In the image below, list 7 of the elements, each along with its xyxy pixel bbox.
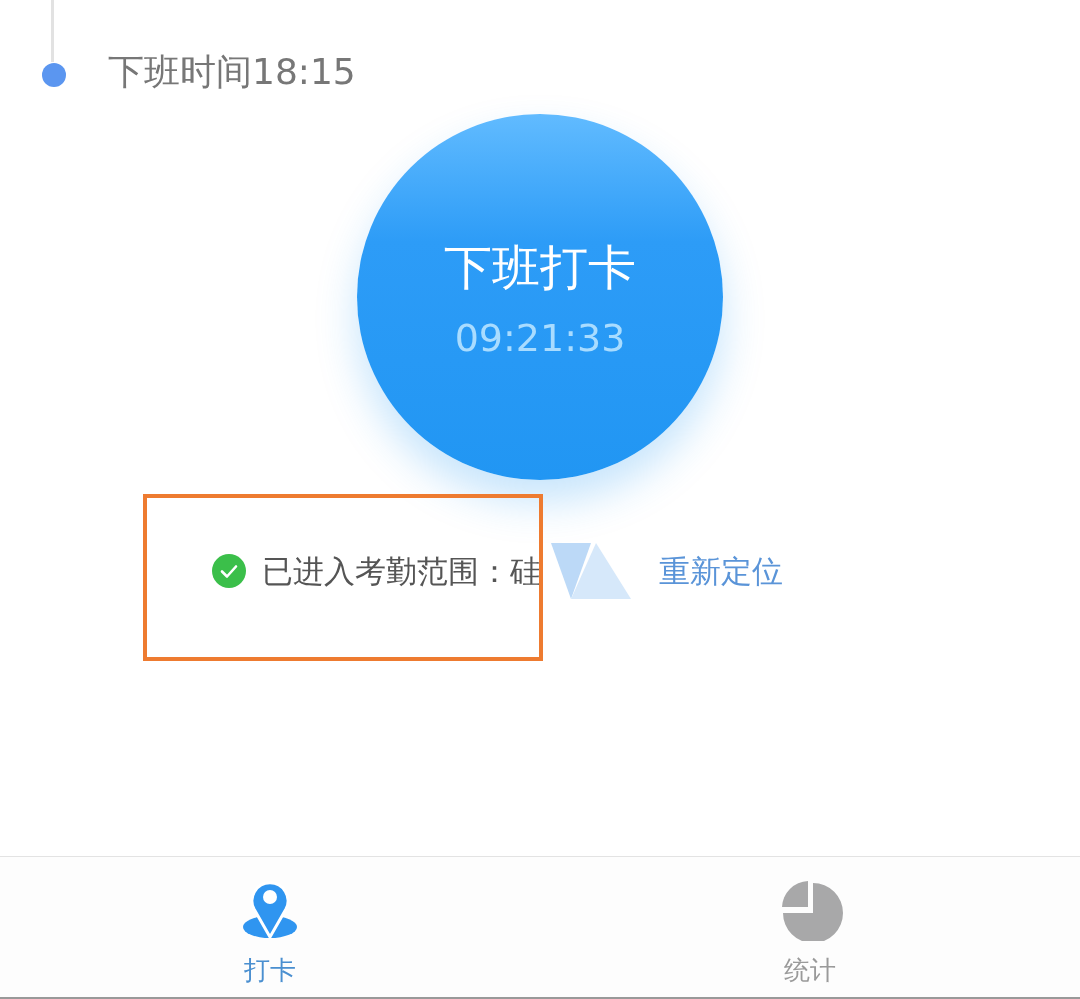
timeline-label: 下班时间18:15 xyxy=(108,50,356,94)
status-text: 已进入考勤范围：硅 xyxy=(262,551,541,591)
punch-button[interactable]: 下班打卡 09:21:33 xyxy=(357,114,723,480)
tab[interactable]: 打卡 xyxy=(0,857,540,997)
relocate-link[interactable]: 重新定位 xyxy=(659,547,783,595)
timeline-dot xyxy=(42,63,66,87)
tab[interactable]: 统计 xyxy=(540,857,1080,997)
